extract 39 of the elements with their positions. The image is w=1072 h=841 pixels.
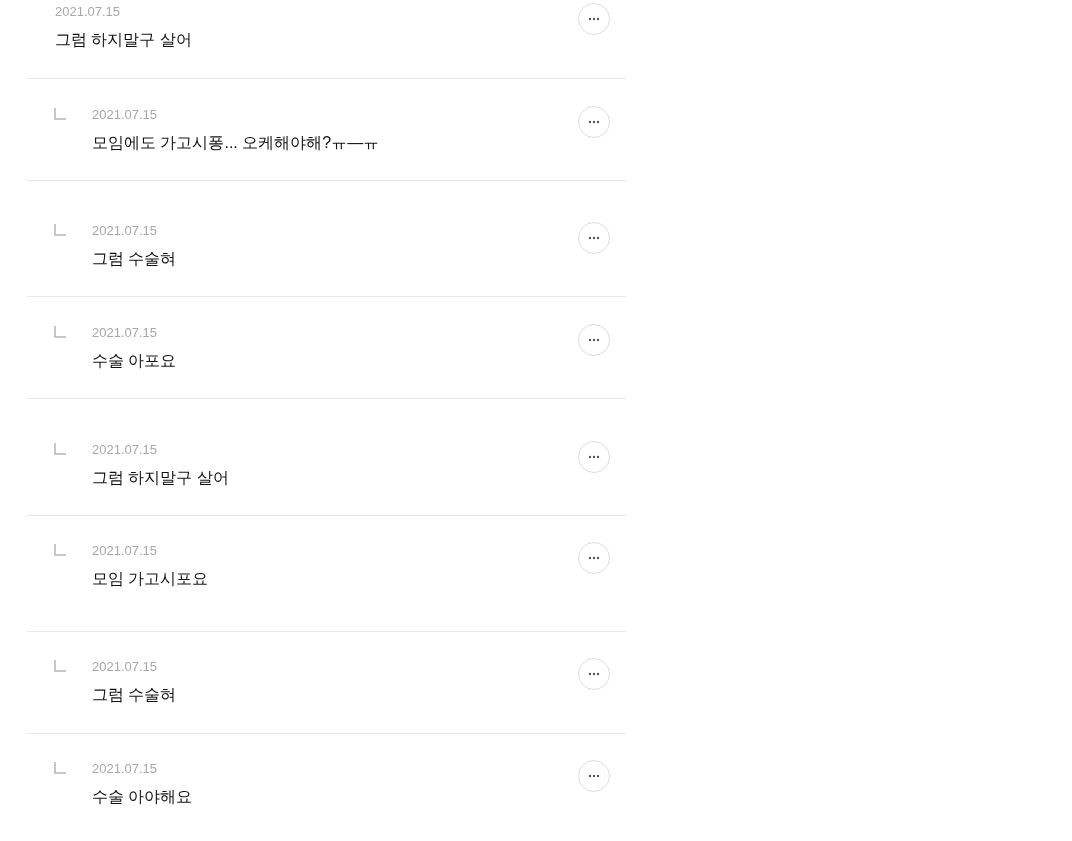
- comment-text: 그럼 하지말구 살어: [55, 30, 193, 50]
- more-icon: [588, 556, 600, 560]
- more-button[interactable]: [578, 3, 610, 35]
- reply-corner-icon: [54, 443, 66, 455]
- more-button[interactable]: [578, 542, 610, 574]
- more-icon: [588, 338, 600, 342]
- more-button[interactable]: [578, 658, 610, 690]
- comment-text: 수술 아야해요: [92, 787, 194, 807]
- more-button[interactable]: [578, 760, 610, 792]
- reply-corner-icon: [54, 660, 66, 672]
- reply-corner-icon: [54, 544, 66, 556]
- comment-date: 2021.07.15: [92, 223, 159, 239]
- reply-corner-icon: [54, 224, 66, 236]
- more-icon: [588, 236, 600, 240]
- more-button[interactable]: [578, 324, 610, 356]
- more-icon: [588, 455, 600, 459]
- comment-date: 2021.07.15: [92, 107, 159, 123]
- comment-date: 2021.07.15: [92, 325, 159, 341]
- comment-text: 수술 아포요: [92, 351, 178, 371]
- more-icon: [588, 120, 600, 124]
- comment-date: 2021.07.15: [55, 4, 122, 20]
- comment-date: 2021.07.15: [92, 659, 159, 675]
- comment-text: 그럼 수술혀: [92, 249, 178, 269]
- more-icon: [588, 774, 600, 778]
- comment-text: 모임에도 가고시퐁... 오케해야해?ㅠ—ㅠ: [92, 133, 381, 153]
- reply-corner-icon: [54, 762, 66, 774]
- comment-text: 그럼 하지말구 살어: [92, 468, 230, 488]
- more-button[interactable]: [578, 106, 610, 138]
- comment-text: 모임 가고시포요: [92, 569, 210, 589]
- reply-corner-icon: [54, 108, 66, 120]
- comment-date: 2021.07.15: [92, 761, 159, 777]
- comment-date: 2021.07.15: [92, 543, 159, 559]
- more-icon: [588, 17, 600, 21]
- comment-date: 2021.07.15: [92, 442, 159, 458]
- more-button[interactable]: [578, 222, 610, 254]
- more-button[interactable]: [578, 441, 610, 473]
- reply-corner-icon: [54, 326, 66, 338]
- more-icon: [588, 672, 600, 676]
- comment-text: 그럼 수술혀: [92, 685, 178, 705]
